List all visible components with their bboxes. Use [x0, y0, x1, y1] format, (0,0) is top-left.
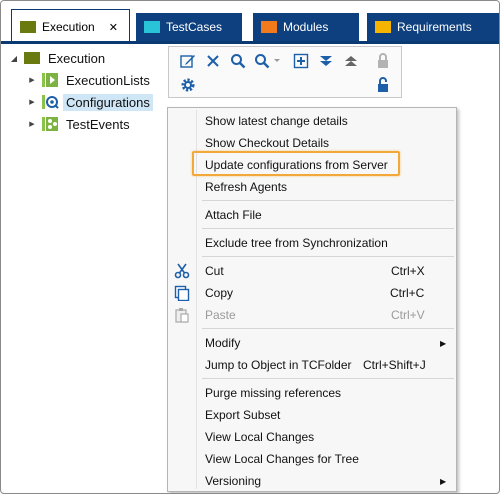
menu-item-shortcut: Ctrl+Shift+J — [363, 358, 426, 372]
folder-icon — [20, 21, 36, 33]
edit-icon[interactable] — [179, 52, 197, 70]
tree-item-configurations[interactable]: ▶ Configurations — [27, 92, 153, 112]
expand-icon[interactable]: ▶ — [27, 98, 37, 106]
menu-item-label: Paste — [205, 308, 236, 322]
folder-icon — [261, 21, 277, 33]
test-events-icon — [41, 116, 59, 132]
folder-icon — [23, 50, 41, 66]
tab-label: Requirements — [397, 20, 472, 34]
tab-testcases[interactable]: TestCases — [136, 13, 242, 41]
tab-label: Modules — [283, 20, 329, 34]
menu-item-exclude-tree[interactable]: Exclude tree from Synchronization — [168, 232, 456, 254]
tab-requirements[interactable]: Requirements — [367, 13, 499, 41]
collapse-all-icon[interactable] — [342, 52, 360, 70]
unlock-icon[interactable] — [374, 76, 392, 94]
menu-separator — [202, 378, 454, 379]
menu-item-label: View Local Changes for Tree — [205, 452, 359, 466]
menu-item-paste[interactable]: Paste Ctrl+V — [168, 304, 456, 326]
menu-item-refresh-agents[interactable]: Refresh Agents — [168, 176, 456, 198]
search-icon[interactable] — [229, 52, 247, 70]
menu-separator — [202, 228, 454, 229]
close-icon[interactable]: ✕ — [109, 21, 118, 34]
tab-underline — [1, 41, 499, 44]
tree-item-executionlists[interactable]: ▶ ExecutionLists — [27, 70, 153, 90]
lock-icon[interactable] — [374, 52, 392, 70]
menu-item-label: Copy — [205, 286, 234, 300]
add-icon[interactable] — [292, 52, 310, 70]
expand-icon[interactable]: ▶ — [27, 76, 37, 84]
paste-icon — [173, 306, 191, 324]
menu-item-label: Versioning — [205, 474, 262, 488]
settings-icon[interactable] — [179, 76, 197, 94]
menu-item-label: Modify — [205, 336, 241, 350]
menu-item-show-latest-change-details[interactable]: Show latest change details — [168, 110, 456, 132]
menu-item-jump-to-object[interactable]: Jump to Object in TCFolder Ctrl+Shift+J — [168, 354, 456, 376]
expand-icon[interactable]: ▶ — [27, 120, 37, 128]
execution-list-icon — [41, 72, 59, 88]
folder-icon — [375, 21, 391, 33]
menu-item-versioning[interactable]: Versioning ▶ — [168, 470, 456, 492]
submenu-arrow-icon: ▶ — [440, 476, 447, 486]
tab-label: TestCases — [166, 20, 223, 34]
collapse-icon[interactable]: ◢ — [9, 54, 19, 63]
menu-separator — [202, 328, 454, 329]
mini-toolbar — [168, 46, 402, 98]
menu-item-label: Exclude tree from Synchronization — [205, 236, 388, 250]
menu-separator — [202, 200, 454, 201]
tree-item-testevents[interactable]: ▶ TestEvents — [27, 114, 133, 134]
highlight-box — [192, 151, 400, 176]
menu-item-label: Show Checkout Details — [205, 136, 330, 150]
menu-item-label: Export Subset — [205, 408, 281, 422]
menu-item-purge-missing-references[interactable]: Purge missing references — [168, 382, 456, 404]
menu-item-modify[interactable]: Modify ▶ — [168, 332, 456, 354]
configurations-icon — [41, 94, 59, 110]
menu-item-view-local-changes[interactable]: View Local Changes — [168, 426, 456, 448]
menu-item-label: Cut — [205, 264, 224, 278]
tree-item-execution[interactable]: ◢ Execution — [9, 48, 108, 68]
cut-icon — [173, 262, 191, 280]
menu-item-label: Show latest change details — [205, 114, 348, 128]
menu-item-cut[interactable]: Cut Ctrl+X — [168, 260, 456, 282]
menu-item-attach-file[interactable]: Attach File — [168, 204, 456, 226]
menu-item-shortcut: Ctrl+C — [390, 286, 425, 300]
menu-separator — [202, 256, 454, 257]
tree-item-label: ExecutionLists — [66, 72, 150, 88]
folder-icon — [144, 21, 160, 33]
application-window: Execution ✕ TestCases Modules Requiremen… — [0, 0, 500, 494]
tab-modules[interactable]: Modules — [253, 13, 359, 41]
tab-execution[interactable]: Execution ✕ — [11, 9, 130, 44]
menu-item-export-subset[interactable]: Export Subset — [168, 404, 456, 426]
delete-icon[interactable] — [204, 52, 222, 70]
tree-item-label: Configurations — [63, 93, 153, 111]
menu-item-view-local-changes-for-tree[interactable]: View Local Changes for Tree — [168, 448, 456, 470]
tab-label: Execution — [42, 20, 95, 34]
menu-item-label: Jump to Object in TCFolder — [205, 358, 352, 372]
menu-item-label: Purge missing references — [205, 386, 342, 400]
expand-all-icon[interactable] — [317, 52, 335, 70]
submenu-arrow-icon: ▶ — [440, 338, 447, 348]
search-options-icon[interactable] — [254, 52, 282, 70]
menu-item-label: Refresh Agents — [205, 180, 288, 194]
menu-item-shortcut: Ctrl+V — [391, 308, 425, 322]
tab-strip: Execution ✕ TestCases Modules Requiremen… — [1, 1, 499, 44]
tree-item-label: Execution — [48, 50, 106, 66]
menu-item-label: Attach File — [205, 208, 262, 222]
menu-item-label: View Local Changes — [205, 430, 315, 444]
copy-icon — [173, 284, 191, 302]
menu-item-shortcut: Ctrl+X — [391, 264, 425, 278]
tree-item-label: TestEvents — [66, 116, 130, 132]
menu-item-copy[interactable]: Copy Ctrl+C — [168, 282, 456, 304]
